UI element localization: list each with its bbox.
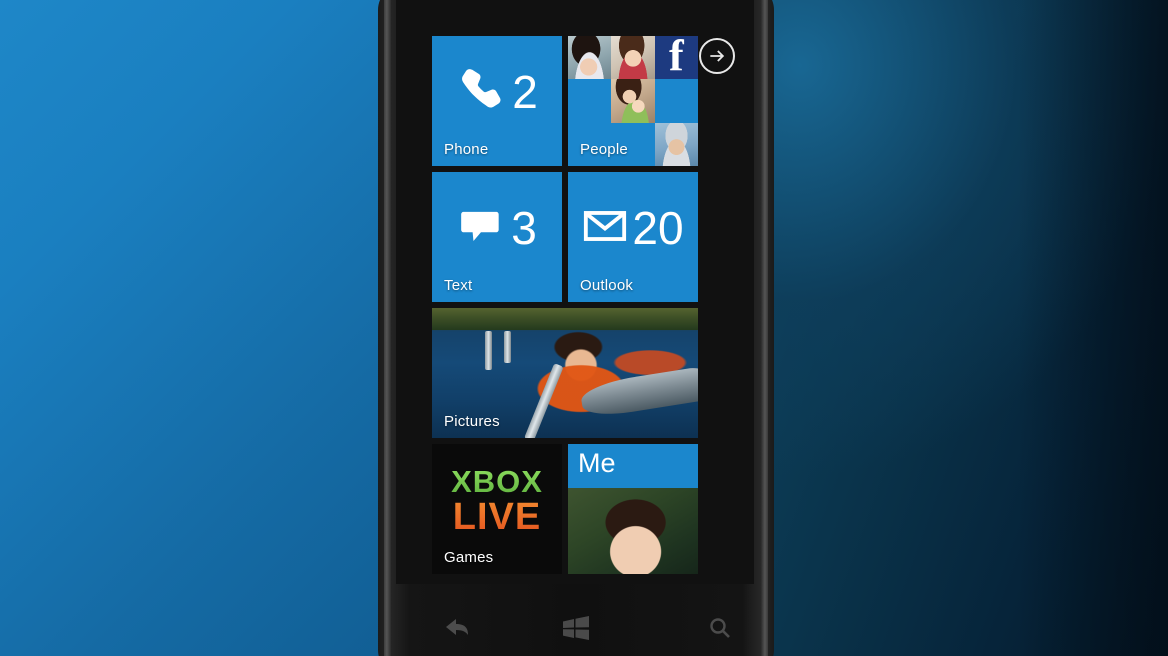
speech-bubble-icon — [457, 201, 507, 256]
hardware-search-button[interactable] — [708, 616, 732, 645]
tile-pictures-label: Pictures — [444, 413, 500, 430]
tile-row: Pictures — [396, 308, 754, 438]
facebook-glyph: f — [668, 36, 684, 80]
tile-text-label: Text — [444, 277, 473, 294]
hardware-start-button[interactable] — [561, 616, 591, 645]
tile-outlook[interactable]: 20 Outlook — [568, 172, 698, 302]
tile-people-label: People — [580, 141, 628, 158]
arrow-right-icon — [710, 50, 725, 62]
phone-bezel-left-highlight — [384, 0, 391, 656]
tile-games-label: Games — [444, 549, 494, 566]
phone-screen: 12:58 2 Phone — [396, 0, 754, 584]
phone-device: 12:58 2 Phone — [378, 0, 774, 656]
xbox-live-logo: XBOX LIVE — [432, 466, 562, 536]
people-cell-blank-1 — [568, 79, 612, 123]
hardware-back-button[interactable] — [444, 616, 470, 643]
tile-me-banner: Me — [568, 444, 698, 488]
people-photo-3 — [611, 79, 655, 123]
xbox-wordmark: XBOX — [432, 466, 562, 498]
people-photo-1 — [568, 36, 612, 80]
next-page-arrow-button[interactable] — [699, 38, 735, 74]
tile-text[interactable]: 3 Text — [432, 172, 562, 302]
people-photo-2 — [611, 36, 655, 80]
tile-pictures[interactable]: Pictures — [432, 308, 698, 438]
search-icon — [710, 618, 730, 638]
tile-me[interactable]: Me — [568, 444, 698, 574]
live-wordmark: LIVE — [432, 497, 562, 537]
status-bar: 12:58 — [396, 0, 754, 6]
phone-bezel-right-highlight — [761, 0, 768, 656]
backdrop-right-gradient — [768, 0, 1168, 656]
pictures-paddle — [524, 363, 564, 438]
phone-handset-icon — [456, 64, 508, 121]
tile-people[interactable]: f People — [568, 36, 698, 166]
tile-phone-count: 2 — [512, 66, 538, 118]
tile-games[interactable]: XBOX LIVE Games — [432, 444, 562, 574]
people-photo-4 — [654, 122, 698, 166]
people-cell-blank-2 — [654, 79, 698, 123]
pictures-treeline — [432, 308, 698, 331]
tile-outlook-count: 20 — [632, 202, 684, 254]
tile-phone-label: Phone — [444, 141, 489, 158]
facebook-icon: f — [654, 36, 698, 80]
tile-phone[interactable]: 2 Phone — [432, 36, 562, 166]
windows-flag-icon — [563, 616, 589, 640]
tile-me-avatar-photo — [568, 488, 698, 574]
pictures-post-1 — [485, 331, 493, 371]
tile-row: 3 Text 20 Outlook — [396, 172, 754, 302]
hardware-button-bar — [396, 616, 754, 652]
start-screen-tile-grid: 2 Phone f People 3 Text 20 Outlook Pictu… — [396, 36, 754, 580]
backdrop-left-gradient — [0, 0, 384, 656]
pictures-canoe — [579, 366, 698, 419]
envelope-icon — [582, 203, 628, 254]
tile-text-count: 3 — [511, 202, 537, 254]
back-arrow-icon — [446, 619, 468, 635]
tile-row: XBOX LIVE Games Me — [396, 444, 754, 574]
pictures-post-2 — [503, 331, 511, 363]
tile-outlook-label: Outlook — [580, 277, 634, 294]
tile-me-label: Me — [578, 448, 616, 478]
